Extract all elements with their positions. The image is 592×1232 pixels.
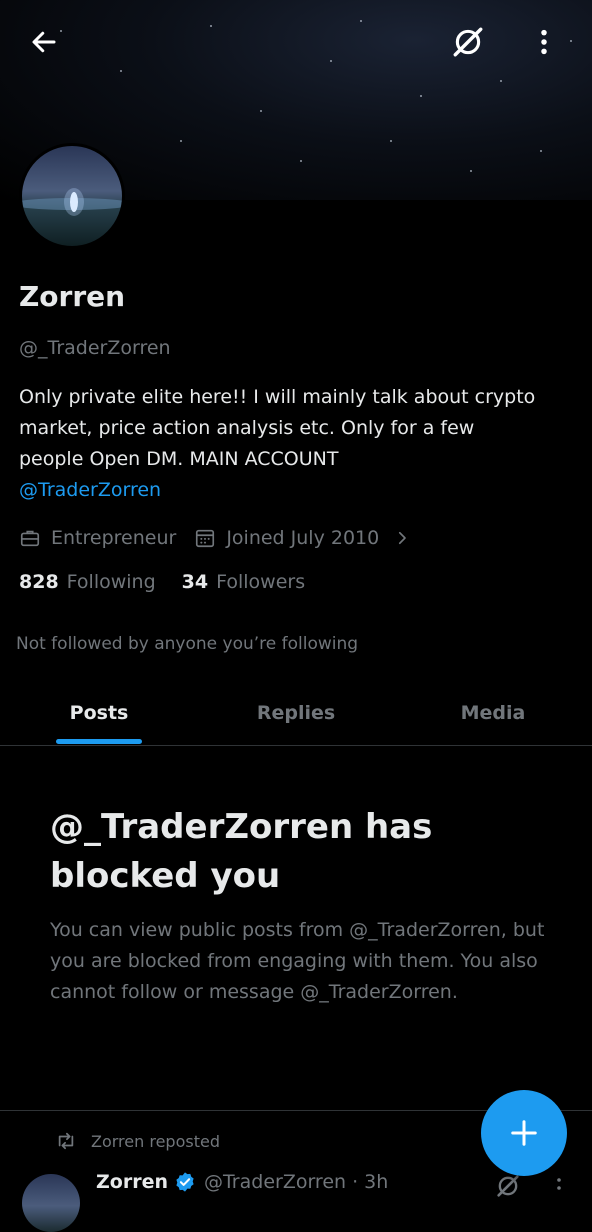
tab-posts[interactable]: Posts xyxy=(40,680,158,745)
post-author-name[interactable]: Zorren xyxy=(96,1171,168,1193)
back-button[interactable] xyxy=(22,20,66,64)
grok-button[interactable] xyxy=(446,20,490,64)
calendar-icon xyxy=(194,527,216,549)
following-label: Following xyxy=(66,571,156,593)
not-followed-notice: Not followed by anyone you’re following xyxy=(16,634,359,654)
followers-label: Followers xyxy=(216,571,306,593)
display-name: Zorren xyxy=(19,280,126,313)
tab-replies[interactable]: Replies xyxy=(236,680,356,745)
more-vertical-icon xyxy=(541,29,547,55)
tab-media[interactable]: Media xyxy=(432,680,554,745)
joined-date: Joined July 2010 xyxy=(226,527,380,549)
followers-link[interactable]: 34 Followers xyxy=(182,571,305,593)
repost-label: Zorren reposted xyxy=(91,1131,220,1151)
more-options-button[interactable] xyxy=(522,20,566,64)
profession-label: Entrepreneur xyxy=(51,527,177,549)
profile-meta-row: Entrepreneur Joined July 2010 xyxy=(19,523,411,553)
profile-handle: @_TraderZorren xyxy=(19,337,171,359)
following-count: 828 xyxy=(19,571,59,593)
blocked-title: @_TraderZorren has blocked you xyxy=(50,807,433,896)
avatar-image xyxy=(22,188,122,216)
profile-tabs: Posts Replies Media xyxy=(0,680,592,746)
active-tab-indicator xyxy=(56,739,142,744)
grok-icon xyxy=(453,27,483,57)
repost-icon xyxy=(55,1131,77,1151)
post-author-handle-time: @TraderZorren · 3h xyxy=(203,1171,389,1193)
followers-count: 34 xyxy=(181,571,209,593)
post-grok-button[interactable] xyxy=(494,1172,522,1200)
follow-counts: 828 Following 34 Followers xyxy=(19,571,331,593)
chevron-right-icon[interactable] xyxy=(393,529,411,547)
post-more-button[interactable] xyxy=(552,1176,566,1200)
verified-badge-icon xyxy=(174,1171,196,1193)
post-author-avatar[interactable] xyxy=(22,1174,80,1232)
arrow-left-icon xyxy=(32,31,56,53)
profile-avatar[interactable] xyxy=(19,143,125,249)
bio-text: Only private elite here!! I will mainly … xyxy=(19,386,536,470)
profile-bio: Only private elite here!! I will mainly … xyxy=(19,382,539,506)
compose-post-button[interactable] xyxy=(481,1090,567,1176)
blocked-description: You can view public posts from @_TraderZ… xyxy=(50,919,545,1003)
plus-icon xyxy=(511,1120,537,1146)
bio-mention-link[interactable]: @TraderZorren xyxy=(19,475,539,506)
following-link[interactable]: 828 Following xyxy=(19,571,156,593)
repost-indicator: Zorren reposted xyxy=(55,1131,220,1151)
briefcase-icon xyxy=(19,527,41,549)
post-header: Zorren @TraderZorren · 3h xyxy=(96,1171,388,1193)
more-vertical-icon xyxy=(557,1178,561,1190)
grok-icon xyxy=(497,1175,519,1197)
